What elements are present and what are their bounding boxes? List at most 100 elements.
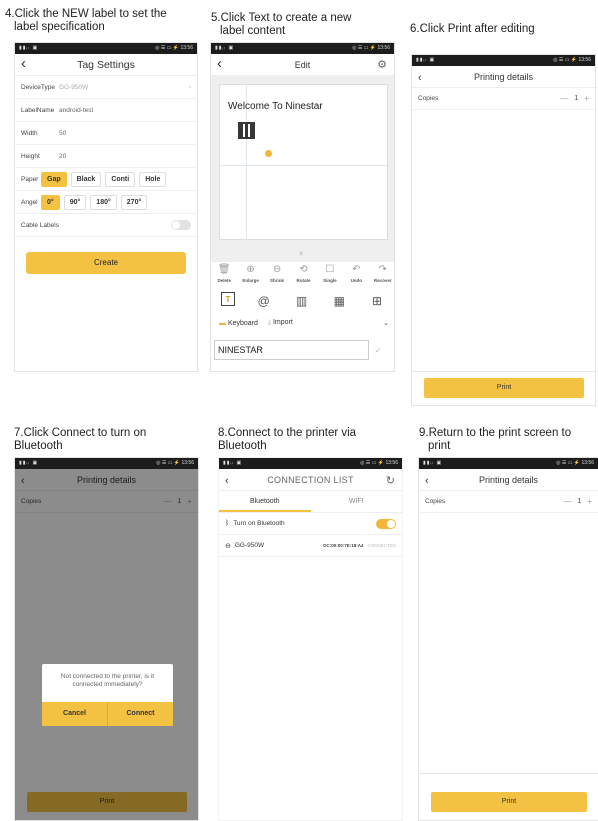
print-button[interactable]: Print — [424, 378, 584, 398]
width-row[interactable]: Width 50 — [15, 122, 197, 145]
cable-labels-row: Cable Labels — [15, 214, 197, 237]
panel-tag-settings: 4.Click the NEW label to set the label s… — [5, 8, 190, 36]
angle-option-270[interactable]: 270° — [120, 194, 148, 210]
panel-connection-list: 8.Connect to the printer via Bluetooth — [218, 427, 403, 455]
paper-row: Paper Gap Black Conti Hole — [15, 168, 197, 191]
cancel-button[interactable]: Cancel — [42, 702, 107, 726]
device-name: GG-950W — [234, 542, 265, 549]
cable-labels-toggle[interactable] — [171, 220, 191, 230]
at-symbol-icon[interactable]: @ — [255, 292, 273, 310]
resize-handle-icon[interactable] — [265, 150, 272, 157]
tab-bluetooth[interactable]: Bluetooth — [219, 491, 311, 512]
paper-option-conti[interactable]: Conti — [105, 171, 136, 187]
edit-canvas: Welcome To Ninestar ∨ — [211, 76, 394, 262]
qr-code-element[interactable] — [238, 122, 255, 139]
back-arrow-icon[interactable]: ‹ — [21, 56, 26, 72]
recover-tool[interactable]: ↷ Recover — [372, 264, 394, 283]
bluetooth-icon: ᛒ — [225, 520, 230, 527]
back-arrow-icon[interactable]: ‹ — [418, 70, 422, 86]
panel-print: 6.Click Print after editing — [410, 23, 595, 51]
label-text-input[interactable]: NINESTAR — [214, 340, 369, 360]
zoom-out-icon: ⊖ — [272, 264, 282, 275]
import-button[interactable]: ⤓ Import — [268, 319, 293, 327]
barcode-icon[interactable]: ▥ — [292, 292, 310, 310]
page-title: CONNECTION LIST — [267, 474, 354, 485]
create-button[interactable]: Create — [26, 252, 186, 274]
bluetooth-toggle[interactable] — [376, 518, 396, 529]
phone-tag-settings: ▮▮ᵢₗ ▣ ◎ ☰ ▭ ⚡ 13:56 ‹ Tag Settings Devic… — [14, 42, 198, 372]
paper-option-black[interactable]: Black — [70, 171, 102, 187]
undo-tool[interactable]: ↶ Undo — [345, 264, 367, 283]
back-arrow-icon[interactable]: ‹ — [225, 473, 229, 489]
confirm-check-icon[interactable]: ✓ — [375, 346, 382, 355]
delete-tool[interactable]: 🗑 Delete — [213, 264, 235, 283]
paper-option-gap[interactable]: Gap — [41, 171, 67, 187]
table-icon[interactable]: ⊞ — [368, 292, 386, 310]
rotate-tool[interactable]: ⟲ Rotate — [292, 264, 314, 283]
plus-button[interactable]: + — [587, 497, 592, 506]
device-type-row[interactable]: DeviceType GG-950W › — [15, 76, 197, 99]
minus-button[interactable]: — — [560, 94, 568, 103]
connect-dialog: Not connected to the printer, is it conn… — [42, 664, 173, 726]
nav-bar: ‹ Printing details — [419, 469, 598, 491]
angle-option-180[interactable]: 180° — [90, 194, 117, 210]
plus-button[interactable]: + — [584, 94, 589, 103]
phone-return-print: ▮▮ᵢₗ ▣ ◎ ☰ ▭ ⚡ 13:56 ‹ Printing details C… — [418, 457, 598, 821]
status-bar: ▮▮ᵢₗ ▣ ◎ ☰ ▭ ⚡ 13:56 — [412, 55, 595, 66]
rotate-icon: ⟲ — [299, 264, 308, 275]
copies-row: Copies —1 + — [412, 88, 595, 110]
settings-gear-icon[interactable]: ⚙ — [377, 58, 387, 71]
text-element-icon[interactable]: T — [220, 292, 235, 306]
connect-button[interactable]: Connect — [107, 702, 173, 726]
nav-bar: ‹ CONNECTION LIST ↻ — [219, 469, 402, 491]
copies-row: Copies —1 + — [419, 491, 598, 513]
phone-print: ▮▮ᵢₗ ▣ ◎ ☰ ▭ ⚡ 13:56 ‹ Printing details C… — [411, 54, 596, 406]
label-name-row[interactable]: LabelName android-test — [15, 99, 197, 122]
shrink-tool[interactable]: ⊖ Shrink — [266, 264, 288, 283]
status-bar: ▮▮ᵢₗ ▣ ◎ ☰ ▭ ⚡ 13:56 — [15, 458, 198, 469]
angle-row: Angel 0° 90° 180° 270° — [15, 191, 197, 214]
printer-icon: ⊖ — [225, 542, 231, 550]
angle-option-0[interactable]: 0° — [41, 194, 60, 210]
element-picker: T @ ▥ ▦ ⊞ — [211, 292, 394, 310]
refresh-icon[interactable]: ↻ — [386, 474, 395, 487]
single-tool[interactable]: ☐ Single — [319, 264, 341, 283]
back-arrow-icon[interactable]: ‹ — [425, 473, 429, 489]
import-icon: ⤓ — [267, 319, 272, 326]
device-row[interactable]: ⊖ GG-950W DC:00:00:7E:18:A4 CONNECTED — [219, 535, 402, 557]
print-button[interactable]: Print — [431, 792, 587, 812]
angle-options: 0° 90° 180° 270° — [41, 194, 148, 210]
device-mac: DC:00:00:7E:18:A4 — [323, 543, 364, 548]
caption-step-7: 7.Click Connect to turn on Bluetooth — [14, 427, 147, 452]
input-mode-row: ▬ Keyboard ⤓ Import ⌄ — [219, 319, 389, 327]
text-input-row: NINESTAR ✓ — [214, 340, 390, 360]
redo-icon: ↷ — [378, 264, 387, 275]
tab-wifi[interactable]: WIFI — [311, 491, 403, 512]
enlarge-tool[interactable]: ⊕ Enlarge — [240, 264, 262, 283]
panel-return-print: 9.Return to the print screen to print — [419, 427, 598, 455]
caption-step-6: 6.Click Print after editing — [410, 23, 535, 35]
minus-button[interactable]: — — [563, 497, 571, 506]
chevron-down-icon[interactable]: ∨ — [299, 250, 303, 257]
caption-step-5: 5.Click Text to create a new label conte… — [211, 12, 352, 37]
dialog-message: Not connected to the printer, is it conn… — [60, 673, 155, 688]
copies-stepper: —1 + — [563, 497, 592, 506]
status-bar: ▮▮ᵢₗ ▣ ◎ ☰ ▭ ⚡ 13:56 — [419, 458, 598, 469]
back-arrow-icon[interactable]: ‹ — [217, 56, 222, 72]
angle-option-90[interactable]: 90° — [63, 194, 87, 210]
label-card[interactable]: Welcome To Ninestar — [219, 84, 388, 240]
paper-options: Gap Black Conti Hole — [41, 171, 167, 187]
label-text-element[interactable]: Welcome To Ninestar — [228, 101, 323, 112]
nav-bar: ‹ Edit ⚙ — [211, 54, 394, 76]
delete-icon: 🗑 — [217, 264, 231, 275]
height-row[interactable]: Height 20 — [15, 145, 197, 168]
page-title: Edit — [294, 59, 311, 70]
chevron-down-icon[interactable]: ⌄ — [383, 319, 389, 327]
qrcode-icon[interactable]: ▦ — [330, 292, 348, 310]
nav-bar: ‹ Tag Settings — [15, 54, 197, 76]
paper-option-hole[interactable]: Hole — [139, 171, 167, 187]
keyboard-button[interactable]: ▬ Keyboard — [219, 320, 258, 327]
panel-connect-dialog: 7.Click Connect to turn on Bluetooth — [14, 427, 199, 455]
caption-step-9: 9.Return to the print screen to print — [419, 427, 572, 452]
status-bar: ▮▮ᵢₗ ▣ ◎ ☰ ▭ ⚡ 13:56 — [219, 458, 402, 469]
